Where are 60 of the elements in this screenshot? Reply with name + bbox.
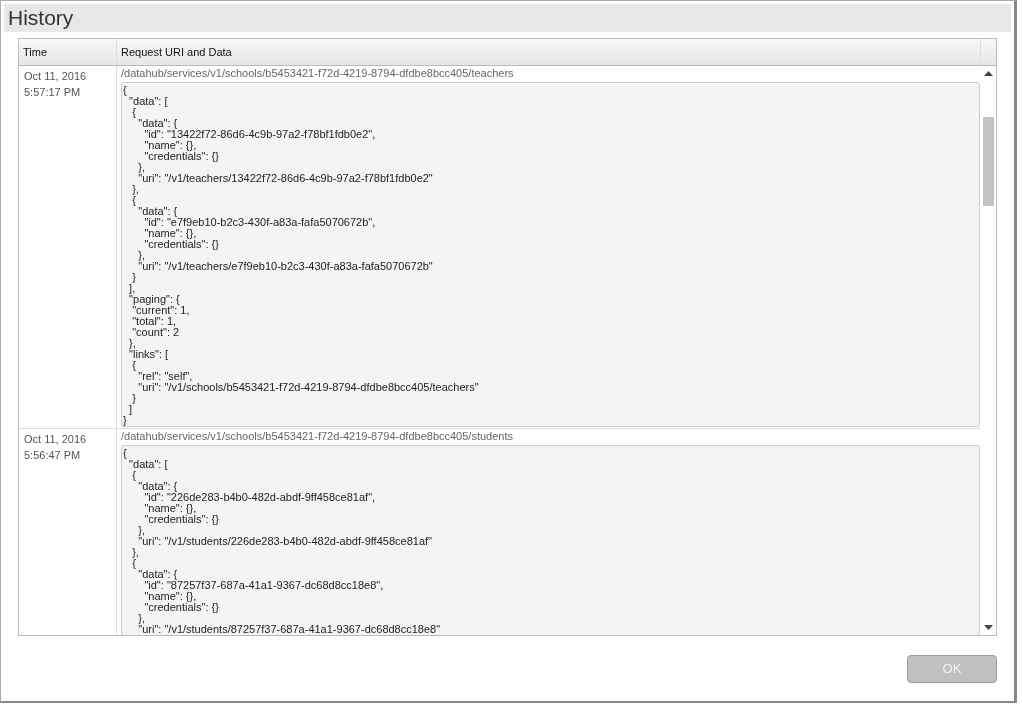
code-line: }, xyxy=(131,184,139,195)
code-line: "data": [ xyxy=(128,96,168,107)
code-line: "current": 1, xyxy=(132,305,190,316)
scroll-thumb[interactable] xyxy=(983,117,994,206)
column-header[interactable]: Time xyxy=(19,39,117,65)
code-line: "id": "e7f9eb10-b2c3-430f-a83a-fafa5070672b", xyxy=(143,217,376,228)
code-line: "data": { xyxy=(137,118,178,129)
code-line: }, xyxy=(137,613,145,624)
code-line: } xyxy=(131,393,136,404)
code-line: "credentials": {} xyxy=(144,514,219,525)
code-line: "paging": { xyxy=(128,294,180,305)
code-line: "name": {}, xyxy=(143,228,197,239)
code-line: "id": "226de283-b4b0-482d-abdf-9ff458ce81af", xyxy=(143,492,376,503)
time-text: 5:56:47 PM xyxy=(24,448,82,463)
code-line: { xyxy=(123,448,127,459)
code-line: "data": { xyxy=(137,206,178,217)
date-text: Oct 11, 2016 xyxy=(24,432,88,447)
code-line: }, xyxy=(128,338,136,349)
code-line: } xyxy=(131,272,136,283)
code-line: "count": 2 xyxy=(131,327,180,338)
code-line: ] xyxy=(128,404,133,415)
code-line: "id": "13422f72-86d6-4c9b-97a2-f78bf1fdb0e2", xyxy=(143,129,376,140)
code-line: "uri": "/v1/teachers/e7f9eb10-b2c3-430f-a83a-fafa5070672b" xyxy=(137,261,433,272)
code-line: ], xyxy=(128,283,136,294)
code-line: { xyxy=(131,107,136,118)
code-line: "data": { xyxy=(137,481,178,492)
column-header[interactable]: Request URI and Data xyxy=(117,39,981,65)
code-line: "name": {}, xyxy=(143,503,197,514)
date-text: Oct 11, 2016 xyxy=(24,69,88,84)
code-line: }, xyxy=(131,547,139,558)
code-line: "data": [ xyxy=(128,459,168,470)
code-line: "data": { xyxy=(137,569,178,580)
code-line: { xyxy=(131,558,136,569)
code-line: { xyxy=(123,85,127,96)
time-text: 5:57:17 PM xyxy=(24,85,82,100)
code-line: "total": 1, xyxy=(131,316,177,327)
code-line: "uri": "/v1/teachers/13422f72-86d6-4c9b-97a2-f78bf1fdb0e2" xyxy=(138,173,433,184)
code-line: }, xyxy=(137,250,145,261)
window-title: History xyxy=(8,6,74,30)
code-line: { xyxy=(131,470,136,481)
code-line: "name": {}, xyxy=(143,140,197,151)
code-line: "name": {}, xyxy=(143,591,197,602)
code-line: }, xyxy=(137,162,145,173)
code-line: }, xyxy=(137,525,145,536)
code-line: "uri": "/v1/students/87257f37-687a-41a1-9367-dc68d8cc18e8" xyxy=(137,624,441,635)
request-uri: /datahub/services/v1/schools/b5453421-f72d-4219-8794-dfdbe8bcc405/teachers xyxy=(121,67,515,80)
code-line: "id": "87257f37-687a-41a1-9367-dc68d8cc18e8", xyxy=(143,580,384,591)
scroll-down-icon[interactable] xyxy=(984,625,993,630)
code-line: "rel": "self", xyxy=(137,371,193,382)
code-line: } xyxy=(123,415,127,426)
code-line: "credentials": {} xyxy=(144,602,219,613)
request-uri: /datahub/services/v1/schools/b5453421-f72d-4219-8794-dfdbe8bcc405/students xyxy=(121,430,514,443)
code-line: { xyxy=(131,195,136,206)
code-line: "credentials": {} xyxy=(144,239,219,250)
code-line: { xyxy=(131,360,136,371)
code-line: "uri": "/v1/students/226de283-b4b0-482d-abdf-9ff458ce81af" xyxy=(138,536,432,547)
scroll-up-icon[interactable] xyxy=(984,71,993,76)
code-line: "credentials": {} xyxy=(144,151,219,162)
code-line: "links": [ xyxy=(128,349,169,360)
code-line: "uri": "/v1/schools/b5453421-f72d-4219-8794-dfdbe8bcc405/teachers" xyxy=(137,382,479,393)
